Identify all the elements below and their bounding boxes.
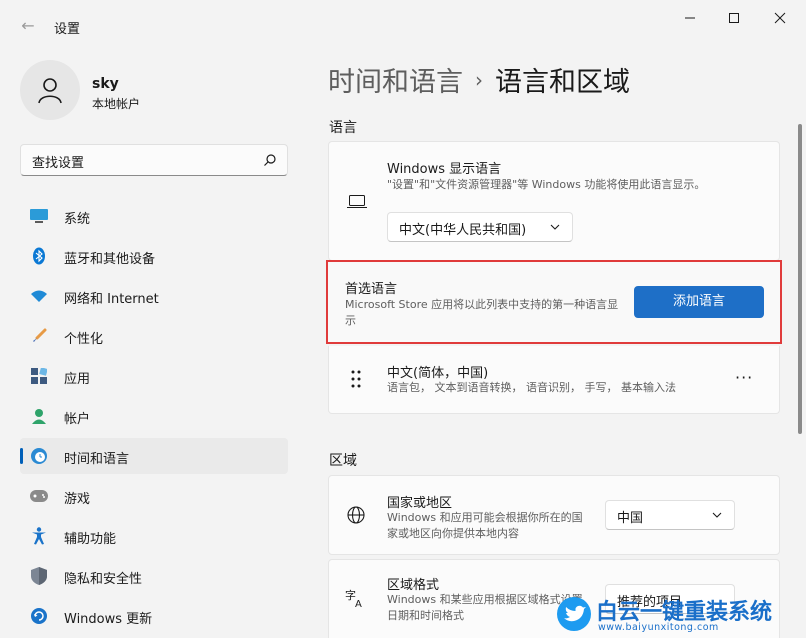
installed-language-row[interactable]: 中文(简体，中国) 语言包， 文本到语音转换， 语音识别， 手写， 基本输入法 … [328, 346, 780, 414]
minimize-icon[interactable] [670, 6, 710, 34]
close-icon[interactable] [760, 6, 800, 34]
sidebar-nav: 系统 蓝牙和其他设备 网络和 Internet 个性化 应用 帐户 时间和语言 … [20, 198, 288, 638]
shield-icon [30, 567, 48, 585]
sidebar-item-bluetooth[interactable]: 蓝牙和其他设备 [20, 238, 288, 274]
breadcrumb-separator: › [475, 68, 483, 92]
apps-icon [30, 367, 48, 385]
sidebar-item-privacy[interactable]: 隐私和安全性 [20, 558, 288, 594]
sidebar-item-time-language[interactable]: 时间和语言 [20, 438, 288, 474]
update-icon [30, 607, 48, 625]
language-translate-icon: 字A [345, 588, 367, 612]
country-region-dropdown[interactable]: 中国 [605, 500, 735, 530]
search-input[interactable]: 查找设置 [20, 144, 288, 176]
preferred-language-title: 首选语言 [345, 282, 398, 297]
sidebar-item-accounts[interactable]: 帐户 [20, 398, 288, 434]
sidebar-item-apps[interactable]: 应用 [20, 358, 288, 394]
preferred-language-row: 首选语言 Microsoft Store 应用将以此列表中支持的第一种语言显示 … [326, 260, 782, 344]
scrollbar-thumb[interactable] [798, 124, 802, 434]
watermark-url: www.baiyunxitong.com [598, 622, 719, 633]
page-title: 语言和区域 [495, 67, 630, 98]
system-display-icon [30, 207, 48, 225]
more-options-button[interactable]: ··· [735, 368, 753, 387]
chevron-down-icon [550, 224, 560, 230]
account-type: 本地帐户 [92, 97, 141, 111]
laptop-icon [347, 194, 367, 213]
svg-text:A: A [355, 599, 362, 608]
drag-handle-icon[interactable] [351, 370, 361, 392]
sidebar-item-system[interactable]: 系统 [20, 198, 288, 234]
sidebar-item-windows-update[interactable]: Windows 更新 [20, 598, 288, 634]
display-language-dropdown[interactable]: 中文(中华人民共和国) [387, 212, 573, 242]
sidebar-item-personalization[interactable]: 个性化 [20, 318, 288, 354]
breadcrumb-parent[interactable]: 时间和语言 [328, 67, 463, 98]
add-language-button[interactable]: 添加语言 [634, 286, 764, 318]
country-region-card: 国家或地区 Windows 和应用可能会根据你所在的国家或地区向你提供本地内容 … [328, 475, 780, 555]
search-icon[interactable] [263, 153, 277, 167]
brush-icon [30, 327, 48, 345]
wifi-icon [30, 287, 48, 305]
avatar[interactable] [20, 60, 80, 120]
section-title-region: 区域 [329, 453, 357, 469]
app-title: 设置 [54, 22, 81, 37]
account-icon [30, 407, 48, 425]
display-language-description: "设置"和"文件资源管理器"等 Windows 功能将使用此语言显示。 [387, 178, 706, 191]
display-language-card: Windows 显示语言 "设置"和"文件资源管理器"等 Windows 功能将… [328, 141, 780, 261]
installed-language-description: 语言包， 文本到语音转换， 语音识别， 手写， 基本输入法 [387, 381, 676, 394]
breadcrumb: 时间和语言 › 语言和区域 [328, 60, 630, 99]
installed-language-title: 中文(简体，中国) [387, 366, 489, 381]
country-region-description: Windows 和应用可能会根据你所在的国家或地区向你提供本地内容 [387, 511, 583, 540]
display-language-title: Windows 显示语言 [387, 162, 502, 177]
clock-globe-icon [30, 447, 48, 465]
chevron-down-icon [712, 512, 722, 518]
accessibility-icon [30, 527, 48, 545]
user-name: sky [92, 76, 119, 92]
preferred-language-description: Microsoft Store 应用将以此列表中支持的第一种语言显示 [345, 298, 619, 327]
sidebar-item-network[interactable]: 网络和 Internet [20, 278, 288, 314]
person-icon [38, 78, 62, 104]
bird-logo-icon [557, 597, 591, 631]
sidebar-item-accessibility[interactable]: 辅助功能 [20, 518, 288, 554]
bluetooth-icon [30, 247, 48, 265]
country-region-title: 国家或地区 [387, 496, 453, 511]
title-bar: ← 设置 [0, 0, 806, 48]
watermark: 白云一键重装系统 www.baiyunxitong.com [556, 592, 806, 638]
section-title-language: 语言 [329, 120, 357, 136]
regional-format-title: 区域格式 [387, 578, 440, 593]
gamepad-icon [30, 487, 48, 505]
maximize-icon[interactable] [714, 6, 754, 34]
globe-icon [347, 506, 365, 528]
sidebar-item-gaming[interactable]: 游戏 [20, 478, 288, 514]
back-arrow-icon[interactable]: ← [16, 14, 40, 38]
search-placeholder: 查找设置 [32, 156, 85, 171]
